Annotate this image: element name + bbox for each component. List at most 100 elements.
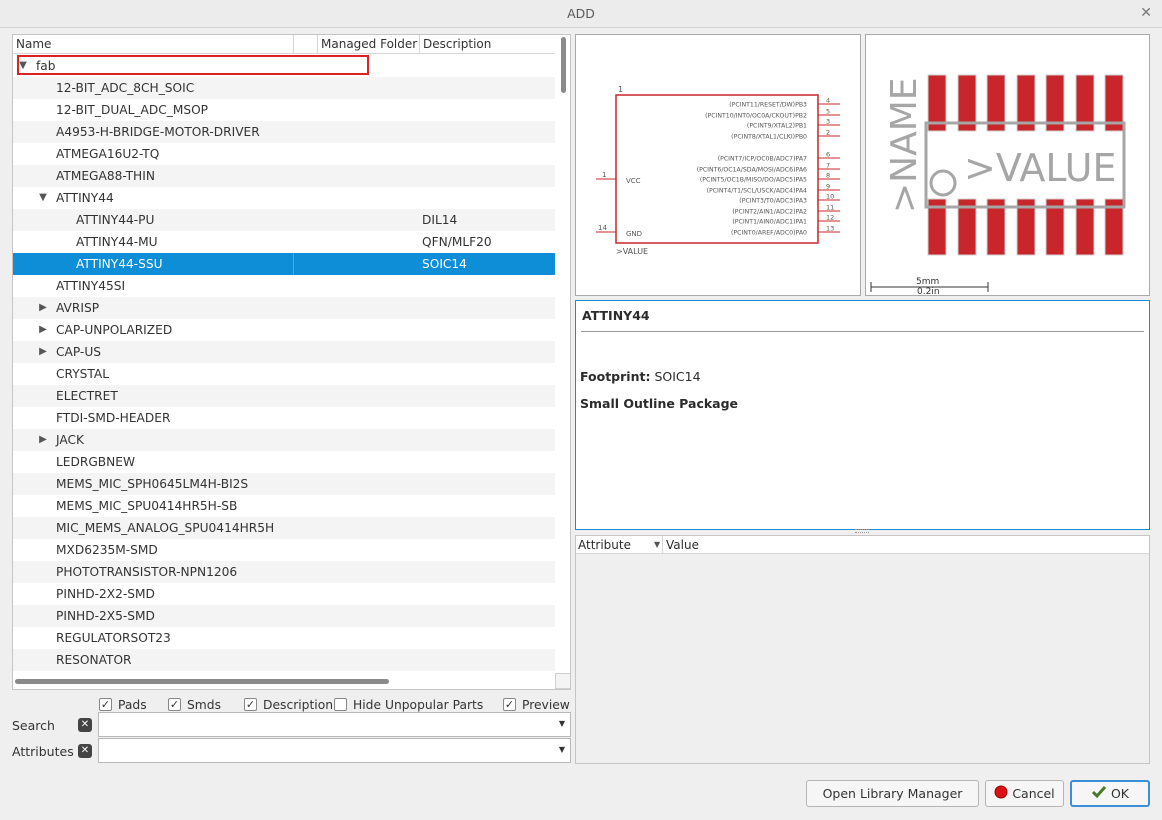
tree-row[interactable]: PINHD-2X2-SMD [13,583,555,605]
vertical-scrollbar[interactable] [557,35,570,675]
collapse-arrow-right-icon[interactable]: ▶ [37,297,49,319]
tree-row[interactable]: A4953-H-BRIDGE-MOTOR-DRIVER [13,121,555,143]
tree-rows: ▼ fab 12-BIT_ADC_8CH_SOIC 12-BIT_DUAL_ADC_M… [13,55,555,675]
tree-row-name: CRYSTAL [56,367,110,381]
column-managed-folder[interactable]: Managed Folder [317,35,419,54]
description-check-box[interactable]: ✓ [244,698,257,711]
checkmark-icon [1091,783,1107,806]
splitter-handle[interactable] [855,529,869,533]
tree-row[interactable]: REGULATORSOT23 [13,627,555,649]
fab-highlight-box [17,55,369,75]
pads-check-box[interactable]: ✓ [99,698,112,711]
library-tree[interactable]: Name Managed Folder Description ▼ fab 12-B… [12,34,571,690]
tree-row[interactable]: ATTINY44-PU DIL14 [13,209,555,231]
cancel-button[interactable]: Cancel [985,780,1064,807]
open-library-manager-button[interactable]: Open Library Manager [806,780,979,807]
symbol-preview: 1 1 14 VCC GND >VALUE (PCINT11/RESET/DW)… [575,34,861,296]
tree-row[interactable]: ▶ CAP-US [13,341,555,363]
symbol-pin-number: 13 [826,225,834,233]
tree-row[interactable]: MEMS_MIC_SPH0645LM4H-BI2S [13,473,555,495]
chevron-down-icon[interactable]: ▼ [559,745,565,754]
collapse-arrow-right-icon[interactable]: ▶ [37,319,49,341]
tree-row[interactable]: PHOTOTRANSISTOR-NPN1206 [13,561,555,583]
tree-row-name: ATTINY44-SSU [76,257,163,271]
tree-row[interactable]: LEDRGBNEW [13,451,555,473]
scroll-thumb[interactable] [561,37,566,93]
tree-row-name: ATTINY44 [56,191,114,205]
preview-check-box[interactable]: ✓ [503,698,516,711]
tree-row[interactable]: ATMEGA88-THIN [13,165,555,187]
tree-row-name: ATTINY44-PU [76,213,155,227]
tree-row[interactable]: MEMS_MIC_SPU0414HR5H-SB [13,495,555,517]
preview-label: Preview [522,698,570,712]
clear-attributes-icon[interactable]: ✕ [78,744,92,758]
tree-row[interactable]: ▶ CAP-UNPOLARIZED [13,319,555,341]
tree-row-description: DIL14 [422,213,458,227]
attributes-label: Attributes [12,744,74,759]
collapse-arrow-right-icon[interactable]: ▶ [37,341,49,363]
scroll-thumb[interactable] [15,679,389,684]
symbol-pin-number: 11 [826,204,834,212]
tree-row[interactable]: ATTINY44-SSU SOIC14 [13,253,555,275]
attribute-header: Attribute ▼ Value [576,536,1149,554]
symbol-pin-number: 3 [826,118,830,126]
tree-row[interactable]: RESONATOR [13,649,555,671]
collapse-arrow-right-icon[interactable]: ▶ [37,429,49,451]
scale-in-label: 0.2in [917,287,940,295]
tree-row[interactable]: 12-BIT_DUAL_ADC_MSOP [13,99,555,121]
symbol-pin-number: 5 [826,108,830,116]
window-title: ADD [567,6,595,21]
column-separator [293,253,294,275]
pads-label: Pads [118,698,147,712]
column-name[interactable]: Name [13,35,293,54]
column-value[interactable]: Value [662,536,699,554]
tree-row[interactable]: MXD6235M-SMD [13,539,555,561]
column-description[interactable]: Description [419,35,555,54]
hide-unpopular-check-box[interactable] [334,698,347,711]
column-attribute[interactable]: Attribute ▼ [578,536,662,554]
tree-row-name: CAP-UNPOLARIZED [56,323,173,337]
symbol-pin-number: 8 [826,172,830,180]
tree-row[interactable]: PINHD-2X5-SMD [13,605,555,627]
package-description: Small Outline Package [580,396,739,411]
tree-row[interactable]: ▶ JACK [13,429,555,451]
expand-arrow-down-icon[interactable]: ▼ [37,187,49,209]
search-input[interactable] [103,715,553,734]
symbol-pin-label: (PCINT6/OC1A/SDA/MOSI/ADC6)PA6 [697,167,807,174]
footprint-label: Footprint: [580,369,651,384]
vcc-pin-number: 1 [602,171,606,179]
chevron-down-icon[interactable]: ▼ [559,719,565,728]
tree-row-name: ATTINY45SI [56,279,126,293]
cancel-label: Cancel [1012,786,1055,801]
tree-row-name: MXD6235M-SMD [56,543,158,557]
symbol-pin-label: (PCINT9/XTAL2)PB1 [747,123,807,130]
close-icon[interactable]: ✕ [1140,0,1152,27]
search-combo[interactable]: ▼ [98,712,571,737]
tree-row[interactable]: MIC_MEMS_ANALOG_SPU0414HR5H [13,517,555,539]
attributes-combo[interactable]: ▼ [98,738,571,763]
tree-row[interactable]: ATTINY44-MU QFN/MLF20 [13,231,555,253]
scroll-corner [555,673,570,689]
tree-row[interactable]: ▶ AVRISP [13,297,555,319]
tree-row[interactable]: ATTINY45SI [13,275,555,297]
tree-row-name: MEMS_MIC_SPU0414HR5H-SB [56,499,238,513]
tree-row-name: PINHD-2X5-SMD [56,609,155,623]
symbol-pin-label: (PCINT8/XTAL1/CLKI)PB0 [731,134,807,141]
tree-row[interactable]: FTDI-SMD-HEADER [13,407,555,429]
attributes-input[interactable] [103,741,553,760]
tree-row[interactable]: ELECTRET [13,385,555,407]
footprint-value: SOIC14 [654,369,701,384]
horizontal-scrollbar[interactable] [13,675,555,689]
tree-row[interactable]: CRYSTAL [13,363,555,385]
symbol-pin-number: 7 [826,162,830,170]
symbol-pin-number: 6 [826,151,830,159]
symbol-pin-number: 12 [826,214,834,222]
tree-row[interactable]: ▼ ATTINY44 [13,187,555,209]
clear-search-icon[interactable]: ✕ [78,718,92,732]
tree-row[interactable]: ATMEGA16U2-TQ [13,143,555,165]
tree-row[interactable]: 12-BIT_ADC_8CH_SOIC [13,77,555,99]
ok-button[interactable]: OK [1070,780,1150,807]
smds-check-box[interactable]: ✓ [168,698,181,711]
symbol-pin-label: (PCINT1/AIN0/ADC1)PA1 [732,219,807,226]
tree-row-description: QFN/MLF20 [422,235,492,249]
